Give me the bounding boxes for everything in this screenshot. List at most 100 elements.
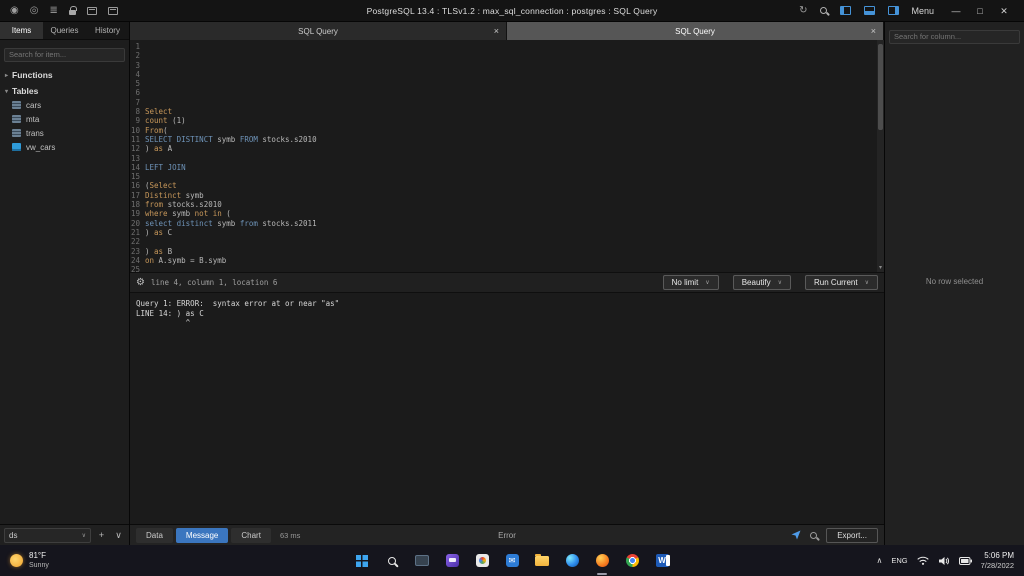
tab-queries[interactable]: Queries	[43, 22, 86, 39]
code-line: 7	[130, 98, 876, 107]
minimize-button[interactable]: —	[946, 0, 966, 22]
code-token: select distinct	[145, 218, 213, 228]
app-logo-icon[interactable]: ◉	[10, 5, 19, 16]
code-token: FROM	[239, 134, 258, 144]
column-search-input[interactable]	[889, 29, 1020, 44]
beautify-button[interactable]: Beautify ∨	[732, 275, 792, 290]
code-text[interactable]: Select	[145, 107, 172, 116]
edge-browser-icon[interactable]	[560, 549, 584, 573]
layout-right-icon[interactable]	[888, 6, 900, 15]
line-number: 10	[130, 125, 140, 135]
search-icon[interactable]	[810, 531, 818, 539]
collapse-button[interactable]: ∨	[112, 530, 125, 541]
tray-expand-icon[interactable]: ∧	[877, 556, 883, 565]
refresh-icon[interactable]: ↻	[799, 5, 807, 16]
export-button[interactable]: Export...	[826, 527, 878, 543]
close-icon[interactable]: ×	[494, 26, 499, 36]
code-line: 17 Distinct symb	[130, 191, 876, 200]
code-text[interactable]: From(	[145, 126, 168, 135]
eye-icon[interactable]: ◎	[30, 5, 39, 16]
menu-button[interactable]: Menu	[911, 6, 934, 16]
gear-icon[interactable]: ⚙	[136, 277, 145, 288]
code-text[interactable]: from stocks.s2010	[145, 200, 222, 209]
code-line: 4	[130, 70, 876, 79]
code-text[interactable]: ) as A	[145, 144, 172, 153]
word-app-icon[interactable]	[650, 549, 674, 573]
code-line: 13	[130, 154, 876, 163]
send-icon[interactable]	[791, 530, 801, 540]
code-text[interactable]: where symb not in (	[145, 209, 231, 218]
volume-icon[interactable]	[938, 556, 950, 566]
code-text[interactable]: ) as B	[145, 247, 172, 256]
sidebar-tabs: Items Queries History	[0, 22, 129, 40]
code-line: 20 select distinct symb from stocks.s2011	[130, 219, 876, 228]
scroll-down-icon[interactable]: ▾	[877, 264, 884, 271]
list-icon[interactable]: ≣	[49, 5, 57, 16]
line-number: 14	[130, 162, 140, 172]
titlebar-action-icons: ↻	[799, 5, 900, 16]
maximize-button[interactable]: □	[970, 0, 990, 22]
sql-client-app-icon[interactable]	[590, 549, 614, 575]
code-text[interactable]: on A.symb = B.symb	[145, 256, 226, 265]
add-connection-button[interactable]: +	[95, 530, 108, 540]
wifi-icon[interactable]	[916, 556, 929, 565]
code-text[interactable]: LEFT JOIN	[145, 163, 186, 172]
chrome-browser-icon[interactable]	[620, 549, 644, 573]
sidebar-item-trans[interactable]: trans	[0, 126, 129, 140]
clock[interactable]: 5:06 PM 7/28/2022	[981, 551, 1014, 571]
sql-client-app-icon-glyph	[595, 554, 609, 567]
close-icon[interactable]: ×	[871, 26, 876, 36]
photos-app-icon[interactable]	[470, 549, 494, 573]
tab-chart[interactable]: Chart	[231, 527, 271, 543]
terminal-app-icon[interactable]	[410, 549, 434, 573]
layout-left-icon[interactable]	[840, 6, 852, 15]
search-icon[interactable]	[820, 7, 828, 14]
editor-scrollbar[interactable]: ▾	[877, 40, 884, 272]
section-functions-label: Functions	[12, 70, 53, 80]
sidebar-item-mta[interactable]: mta	[0, 112, 129, 126]
taskbar-search-icon[interactable]	[380, 549, 404, 573]
windows-start-icon[interactable]	[350, 549, 374, 573]
query-tab-2[interactable]: SQL Query ×	[507, 22, 884, 40]
mail-app-icon[interactable]	[500, 549, 524, 573]
sidebar-footer: ds ∨ + ∨	[0, 524, 129, 545]
editor-view-icon[interactable]	[107, 6, 118, 15]
run-current-button[interactable]: Run Current ∨	[805, 275, 878, 290]
section-tables-label: Tables	[12, 86, 39, 96]
console-icon[interactable]	[86, 6, 97, 15]
code-text[interactable]: select distinct symb from stocks.s2011	[145, 219, 317, 228]
database-select[interactable]: ds ∨	[4, 527, 91, 543]
code-text[interactable]: SELECT DISTINCT symb FROM stocks.s2010	[145, 135, 317, 144]
sidebar-item-cars[interactable]: cars	[0, 98, 129, 112]
sidebar-item-vw_cars[interactable]: vw_cars	[0, 140, 129, 154]
query-tab-1[interactable]: SQL Query ×	[130, 22, 507, 40]
file-explorer-icon[interactable]	[530, 549, 554, 573]
code-text[interactable]: count (1)	[145, 116, 186, 125]
close-button[interactable]: ✕	[994, 0, 1014, 22]
battery-icon[interactable]	[958, 556, 972, 565]
code-text[interactable]: Distinct symb	[145, 191, 204, 200]
limit-select[interactable]: No limit ∨	[662, 275, 719, 290]
chat-app-icon[interactable]	[440, 549, 464, 573]
code-text[interactable]: (Select	[145, 181, 177, 190]
section-functions[interactable]: ▸ Functions	[0, 66, 129, 82]
view-icon	[12, 143, 21, 151]
tab-items[interactable]: Items	[0, 22, 43, 39]
tab-data[interactable]: Data	[136, 527, 173, 543]
lock-icon[interactable]	[68, 5, 77, 15]
chevron-down-icon: ∨	[864, 280, 869, 286]
layout-bottom-icon[interactable]	[864, 6, 876, 15]
tab-history[interactable]: History	[86, 22, 129, 39]
error-message-line: Query 1: ERROR: syntax error at or near …	[136, 299, 340, 308]
results-message-area[interactable]: Query 1: ERROR: syntax error at or near …	[130, 293, 884, 524]
item-search-input[interactable]	[4, 47, 125, 62]
code-line: 1	[130, 42, 876, 51]
code-text[interactable]: ) as C	[145, 228, 172, 237]
sql-editor[interactable]: 1 2 3 4 5 6 7 8 Select 9 count (1) 10 From(11 SELECT …	[130, 40, 884, 272]
section-tables[interactable]: ▾ Tables	[0, 82, 129, 98]
weather-widget[interactable]: 81°F Sunny	[0, 551, 49, 570]
language-indicator[interactable]: ENG	[891, 556, 907, 565]
tab-message[interactable]: Message	[175, 527, 229, 543]
scrollbar-thumb[interactable]	[878, 44, 883, 130]
line-number: 22	[130, 237, 140, 247]
